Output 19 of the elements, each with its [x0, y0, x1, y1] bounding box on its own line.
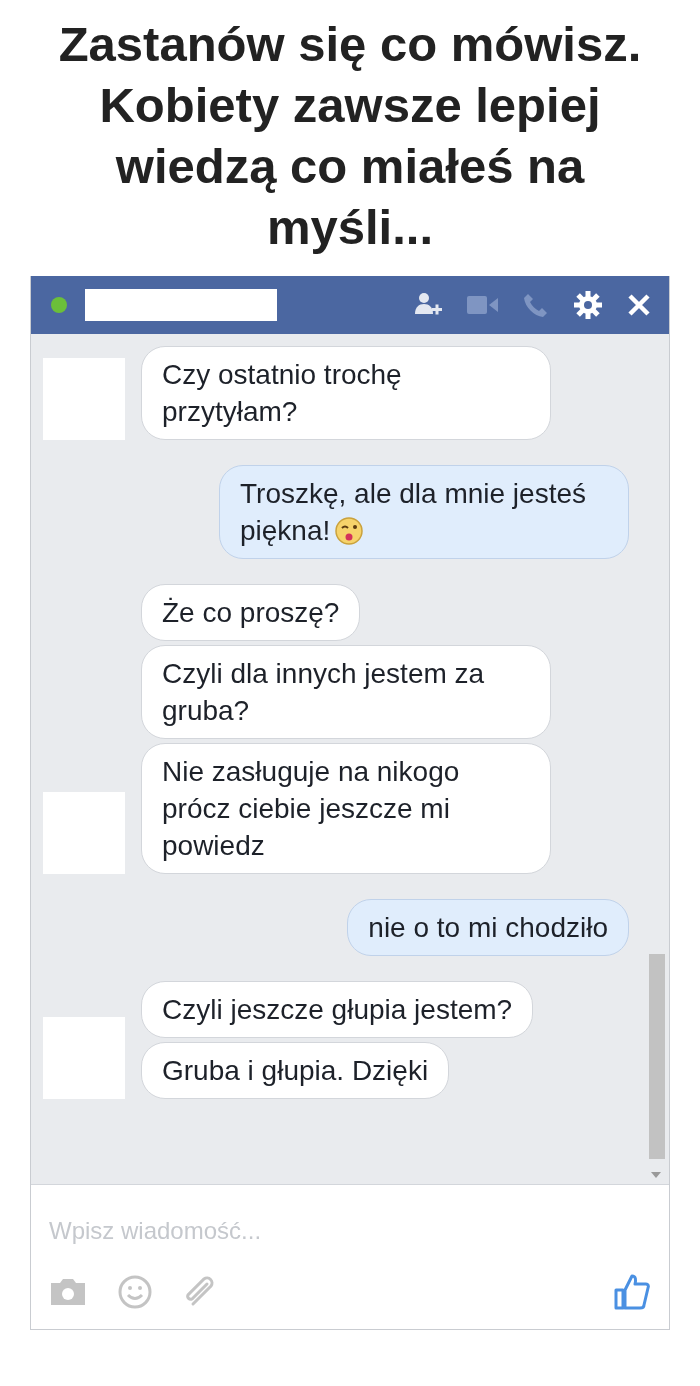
message-bubble: Że co proszę? [141, 584, 361, 641]
thumbs-up-icon[interactable] [613, 1273, 651, 1311]
message-bubble: Czyli dla innych jestem za gruba? [141, 645, 551, 739]
message-bubble: Czy ostatnio trochę przytyłam? [141, 346, 551, 440]
smiley-icon[interactable] [117, 1274, 153, 1310]
video-camera-icon[interactable] [467, 294, 499, 316]
phone-icon[interactable] [523, 292, 549, 318]
scrollbar[interactable] [649, 954, 665, 1159]
scroll-down-icon[interactable] [651, 1172, 661, 1178]
message-bubble: Nie zasługuje na nikogo prócz ciebie jeszcze mi powiedz [141, 743, 551, 874]
message-bubble: Troszkę, ale dla mnie jesteś piękna! [219, 465, 629, 559]
message-input[interactable]: Wpisz wiadomość... [49, 1213, 651, 1249]
settings-icon[interactable] [573, 290, 603, 320]
message-bubble: nie o to mi chodziło [347, 899, 629, 956]
camera-icon[interactable] [49, 1277, 87, 1307]
meme-caption: Zastanów się co mówisz. Kobiety zawsze lepiej wiedzą co miałeś na myśli... [57, 16, 643, 256]
message-bubble: Czyli jeszcze głupia jestem? [141, 981, 534, 1038]
message-bubble: Gruba i głupia. Dzięki [141, 1042, 450, 1099]
close-icon[interactable] [627, 293, 651, 317]
